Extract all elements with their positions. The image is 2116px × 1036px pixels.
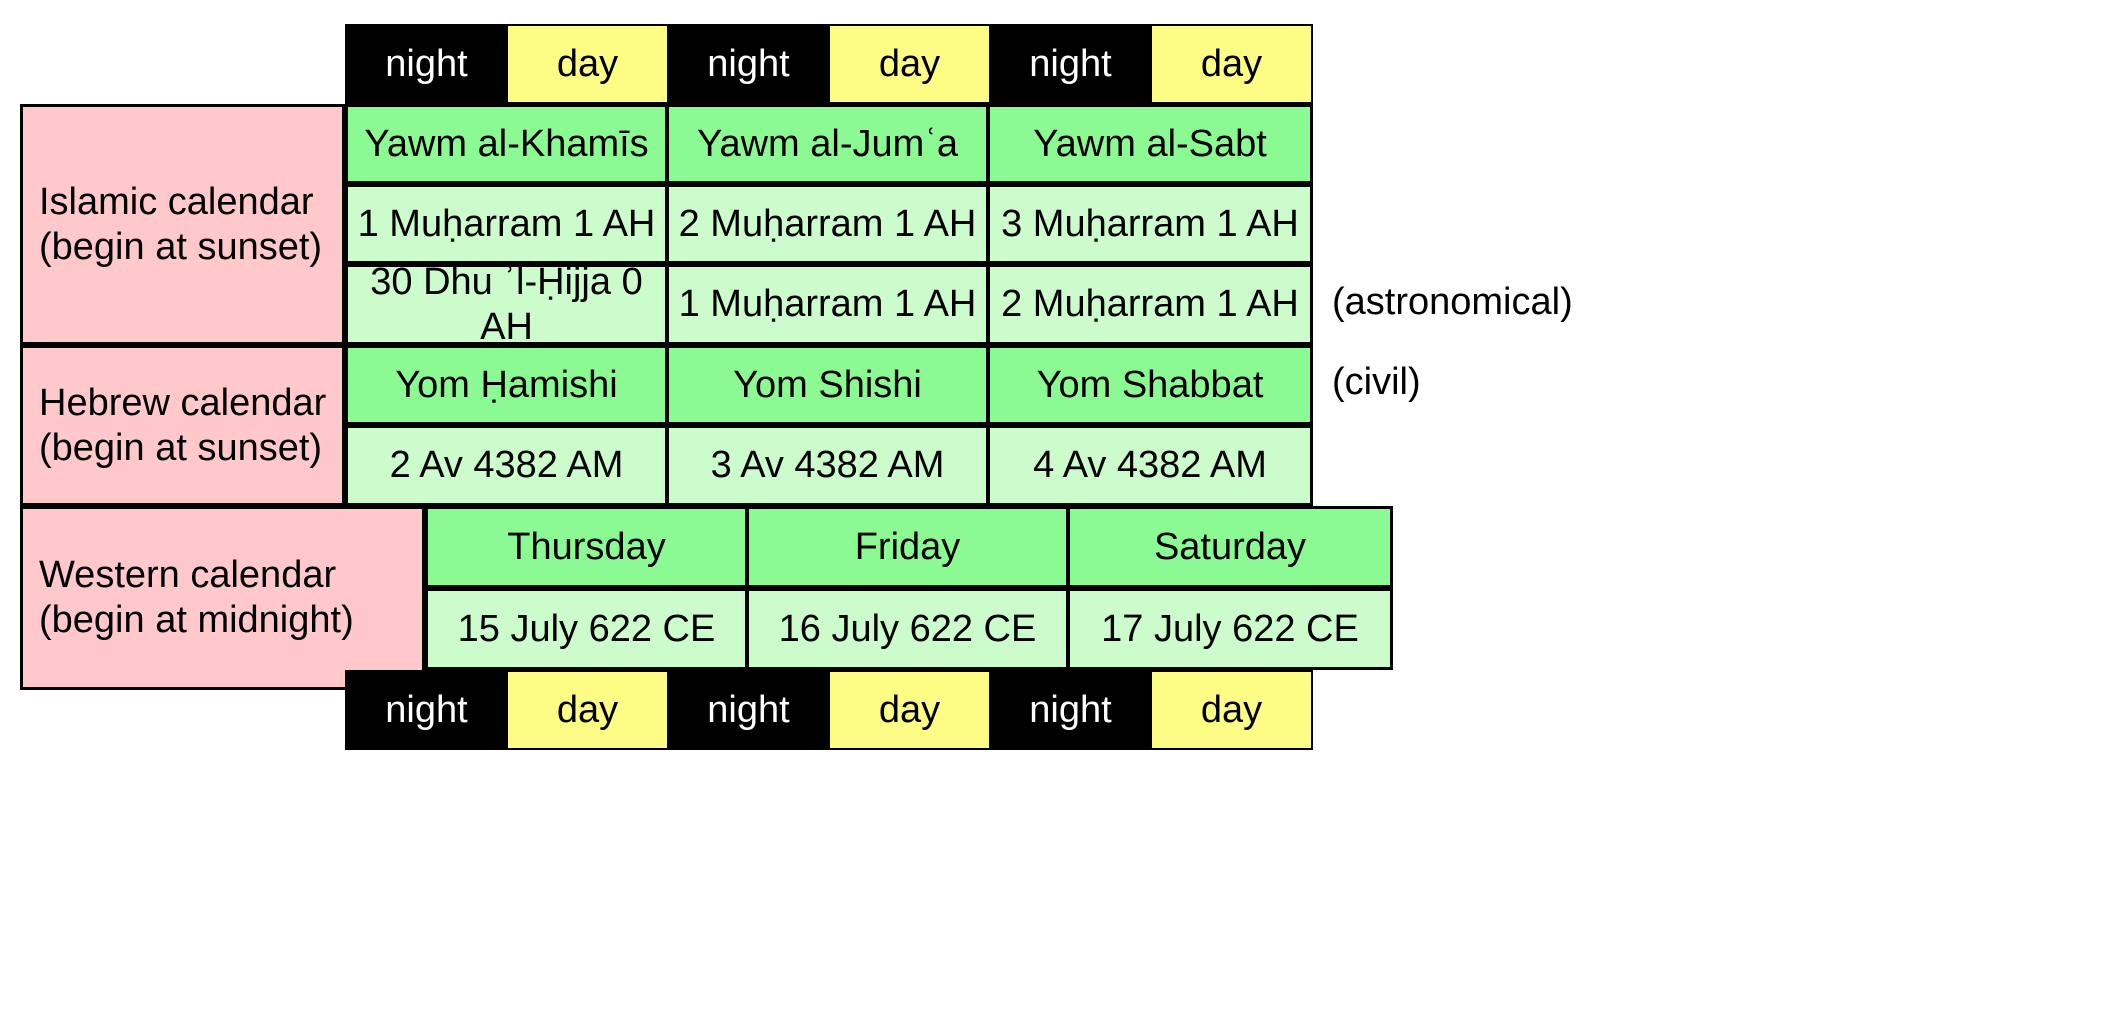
bottom-strip-label: night (707, 688, 790, 731)
bottom-strip-cell-day-2: day (828, 670, 991, 750)
hebrew-day-name-cell-2: Yom Shishi (666, 345, 989, 425)
hebrew-date-cell-1: 2 Av 4382 AM (345, 425, 668, 506)
islamic-civil-date-cell-2: 1 Muḥarram 1 AH (666, 264, 989, 345)
top-strip-cell-night-1: night (345, 24, 508, 104)
hebrew-date: 4 Av 4382 AM (1033, 444, 1267, 487)
islamic-civil-date: 1 Muḥarram 1 AH (678, 283, 977, 326)
row-label-islamic-line1: Islamic calendar (39, 180, 314, 223)
annotation-astronomical: (astronomical) (1332, 281, 1573, 323)
western-day-name: Thursday (507, 525, 666, 568)
hebrew-day-name: Yom Ḥamishi (395, 363, 618, 406)
islamic-astronomical-date: 2 Muḥarram 1 AH (678, 202, 977, 245)
western-date-cell-2: 16 July 622 CE (746, 588, 1069, 670)
islamic-day-name-cell-3: Yawm al-Sabt (987, 104, 1313, 184)
top-strip-label: night (707, 42, 790, 85)
bottom-strip-label: day (878, 688, 941, 731)
row-label-hebrew-line2: (begin at sunset) (39, 426, 323, 469)
bottom-strip-label: day (1200, 688, 1263, 731)
row-label-hebrew-line1: Hebrew calendar (39, 381, 327, 424)
bottom-strip-cell-day-3: day (1150, 670, 1313, 750)
hebrew-day-name-cell-3: Yom Shabbat (987, 345, 1313, 425)
islamic-day-name: Yawm al-Khamīs (364, 122, 649, 165)
bottom-strip-label: day (556, 688, 619, 731)
row-label-hebrew-calendar: Hebrew calendar (begin at sunset) (20, 345, 345, 506)
islamic-day-name: Yawm al-Sabt (1033, 122, 1267, 165)
row-label-western-line2: (begin at midnight) (39, 599, 354, 641)
bottom-strip-cell-night-2: night (667, 670, 830, 750)
top-strip-cell-night-3: night (989, 24, 1152, 104)
top-strip-cell-day-1: day (506, 24, 669, 104)
islamic-civil-date: 30 Dhu ʾl-Ḥijja 0 AH (370, 260, 643, 348)
top-strip-cell-day-3: day (1150, 24, 1313, 104)
hebrew-date: 2 Av 4382 AM (389, 444, 624, 487)
hebrew-day-name: Yom Shishi (733, 363, 922, 406)
hebrew-date: 3 Av 4382 AM (710, 444, 945, 487)
bottom-strip-cell-night-1: night (345, 670, 508, 750)
islamic-day-name-cell-2: Yawm al-Jumʿa (666, 104, 989, 184)
top-strip-label: night (385, 42, 468, 85)
western-day-name-cell-1: Thursday (425, 506, 748, 588)
row-label-western-calendar: Western calendar (begin at midnight) (20, 506, 425, 690)
bottom-strip-label: night (1029, 688, 1112, 731)
western-day-name-cell-3: Saturday (1067, 506, 1393, 588)
row-label-western-line1: Western calendar (39, 554, 337, 597)
row-label-islamic-calendar: Islamic calendar (begin at sunset) (20, 104, 345, 345)
annotation-civil: (civil) (1332, 361, 1421, 403)
hebrew-date-cell-2: 3 Av 4382 AM (666, 425, 989, 506)
islamic-day-name: Yawm al-Jumʿa (696, 122, 959, 165)
calendar-comparison-diagram: night day night day night day Islamic ca… (0, 0, 2116, 1036)
islamic-civil-date-cell-3: 2 Muḥarram 1 AH (987, 264, 1313, 345)
islamic-civil-date: 2 Muḥarram 1 AH (1001, 283, 1299, 326)
bottom-strip-label: night (385, 688, 468, 731)
islamic-day-name-cell-1: Yawm al-Khamīs (345, 104, 668, 184)
hebrew-date-cell-3: 4 Av 4382 AM (987, 425, 1313, 506)
islamic-civil-date-cell-1: 30 Dhu ʾl-Ḥijja 0 AH (345, 261, 668, 348)
top-strip-cell-night-2: night (667, 24, 830, 104)
western-day-name-cell-2: Friday (746, 506, 1069, 588)
islamic-astronomical-date: 3 Muḥarram 1 AH (1001, 202, 1299, 245)
top-strip-cell-day-2: day (828, 24, 991, 104)
bottom-strip-cell-day-1: day (506, 670, 669, 750)
top-strip-label: day (878, 42, 941, 85)
islamic-astronomical-date-cell-1: 1 Muḥarram 1 AH (345, 184, 668, 264)
western-day-name: Saturday (1153, 525, 1307, 568)
western-date: 16 July 622 CE (778, 607, 1037, 650)
top-strip-label: day (556, 42, 619, 85)
hebrew-day-name: Yom Shabbat (1036, 363, 1264, 406)
hebrew-day-name-cell-1: Yom Ḥamishi (345, 345, 668, 425)
top-strip-label: night (1029, 42, 1112, 85)
western-date: 17 July 622 CE (1101, 607, 1359, 650)
islamic-astronomical-date-cell-2: 2 Muḥarram 1 AH (666, 184, 989, 264)
western-date: 15 July 622 CE (457, 607, 716, 650)
western-day-name: Friday (854, 525, 961, 568)
bottom-strip-cell-night-3: night (989, 670, 1152, 750)
islamic-astronomical-date-cell-3: 3 Muḥarram 1 AH (987, 184, 1313, 264)
row-label-islamic-line2: (begin at sunset) (39, 225, 323, 268)
top-strip-label: day (1200, 42, 1263, 85)
western-date-cell-1: 15 July 622 CE (425, 588, 748, 670)
islamic-astronomical-date: 1 Muḥarram 1 AH (357, 202, 656, 245)
western-date-cell-3: 17 July 622 CE (1067, 588, 1393, 670)
